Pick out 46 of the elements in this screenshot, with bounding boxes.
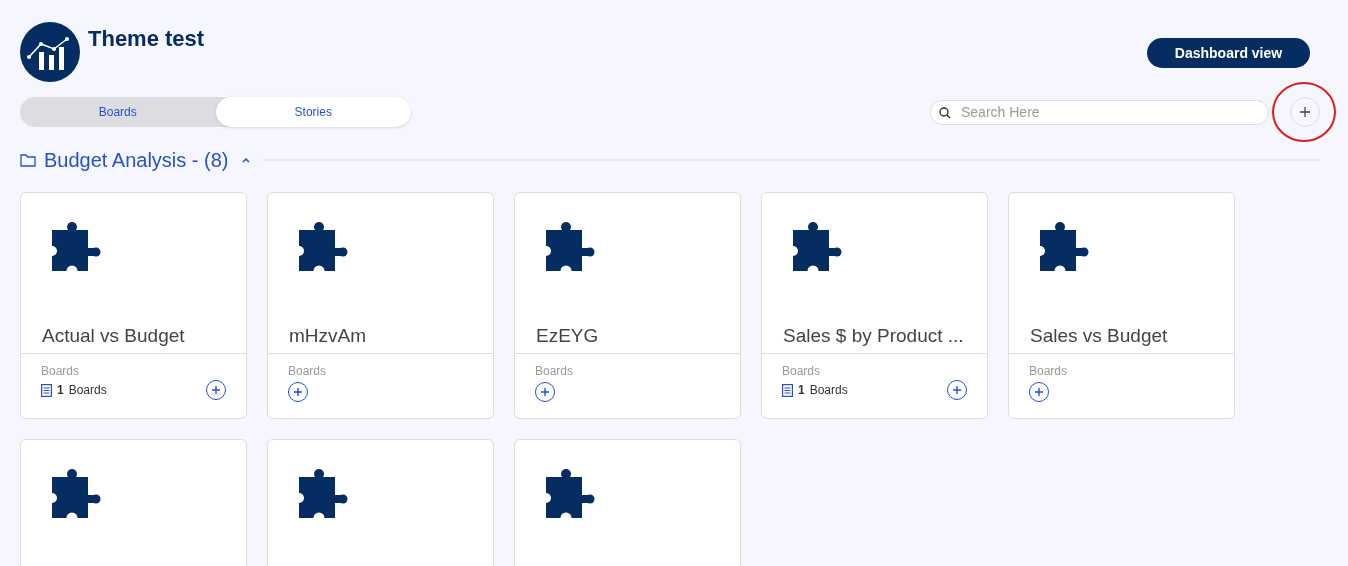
plus-icon: [540, 387, 550, 397]
plus-icon: [211, 385, 221, 395]
document-icon: [41, 383, 52, 397]
puzzle-icon: [546, 469, 596, 518]
card-title: EzEYG: [535, 324, 600, 348]
plus-icon: [1034, 387, 1044, 397]
card-title: mHzvAm: [288, 324, 368, 348]
board-card[interactable]: EzEYG Boards: [514, 192, 741, 419]
annotation-circle: [1271, 80, 1337, 144]
boards-label: Boards: [535, 363, 575, 379]
board-card[interactable]: Sales vs Budget Boards: [1008, 192, 1235, 419]
card-title: Sales vs Budget: [1029, 324, 1169, 348]
puzzle-icon: [793, 222, 843, 271]
board-count-label: Boards: [809, 382, 848, 398]
board-count-label: Boards: [68, 382, 107, 398]
boards-label: Boards: [288, 363, 328, 379]
boards-label: Boards: [782, 363, 822, 379]
boards-label: Boards: [41, 363, 81, 379]
logo-icon: [20, 22, 80, 82]
board-card[interactable]: Sales $ by Product ... Boards 1 Boards: [761, 192, 988, 419]
puzzle-icon: [1040, 222, 1090, 271]
puzzle-icon: [299, 222, 349, 271]
puzzle-icon: [52, 222, 102, 271]
search-field[interactable]: Search Here: [930, 99, 1269, 125]
board-count: 1: [798, 382, 805, 398]
search-icon: [939, 106, 951, 119]
plus-icon: [952, 385, 962, 395]
collapse-toggle[interactable]: [240, 156, 251, 164]
puzzle-icon: [52, 469, 102, 518]
board-count: 1: [57, 382, 64, 398]
card-title: Sales $ by Product ...: [782, 324, 965, 348]
boards-label: Boards: [1029, 363, 1069, 379]
view-tab[interactable]: Boards: [20, 97, 216, 127]
plus-icon: [293, 387, 303, 397]
view-tab[interactable]: Stories: [215, 97, 411, 127]
section-title: Budget Analysis - (8): [44, 148, 229, 173]
puzzle-icon: [299, 469, 349, 518]
card-title: Actual vs Budget: [41, 324, 186, 348]
puzzle-icon: [546, 222, 596, 271]
folder-icon: [20, 153, 36, 167]
board-card[interactable]: Actual vs Budget Boards 1 Boards: [20, 192, 247, 419]
page-title: Theme test: [88, 25, 205, 53]
board-card[interactable]: mHzvAm Boards: [267, 192, 494, 419]
dashboard-view-button[interactable]: Dashboard view: [1147, 38, 1310, 68]
document-icon: [782, 383, 793, 397]
plus-icon: [1299, 106, 1311, 118]
